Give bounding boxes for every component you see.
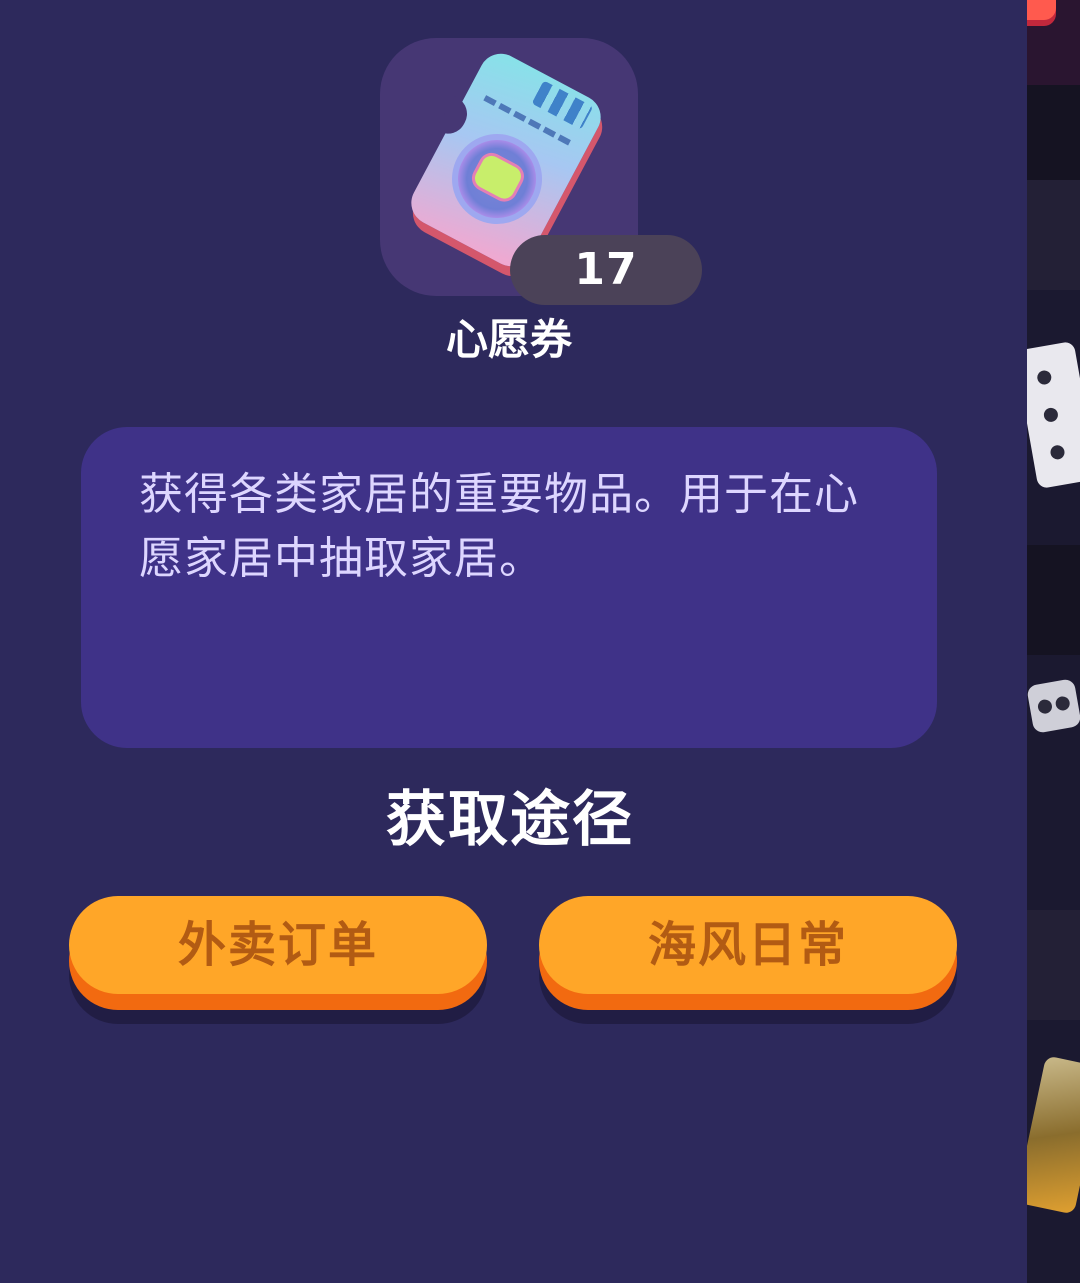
background-band — [1027, 545, 1080, 655]
item-name: 心愿券 — [445, 315, 572, 364]
item-info-panel: 17 心愿券 获得各类家居的重要物品。用于在心愿家居中抽取家居。 获取途径 外卖… — [0, 0, 1027, 1283]
background-band — [1027, 910, 1080, 1020]
item-detail-screen: 17 心愿券 获得各类家居的重要物品。用于在心愿家居中抽取家居。 获取途径 外卖… — [0, 0, 1080, 1283]
dice-pip — [1054, 695, 1071, 712]
dice-pip — [1036, 698, 1054, 715]
item-count-badge: 17 — [510, 235, 702, 305]
sources-title: 获取途径 — [386, 785, 634, 855]
background-band — [1027, 180, 1080, 290]
dice-pip — [1049, 444, 1066, 461]
source-button-takeout-orders[interactable]: 外卖订单 — [69, 896, 487, 994]
sofa-icon — [471, 152, 525, 203]
dice-pip — [1042, 406, 1060, 423]
item-description-box: 获得各类家居的重要物品。用于在心愿家居中抽取家居。 — [81, 427, 937, 748]
ticket-seal — [436, 118, 558, 240]
source-button-sea-breeze-daily[interactable]: 海风日常 — [539, 896, 957, 994]
item-description: 获得各类家居的重要物品。用于在心愿家居中抽取家居。 — [139, 469, 859, 584]
ticket-notch — [436, 96, 474, 140]
ticket-stripes — [531, 80, 594, 130]
background-band — [1027, 85, 1080, 180]
background-dice-icon — [1026, 678, 1080, 734]
dice-pip — [1036, 369, 1053, 386]
